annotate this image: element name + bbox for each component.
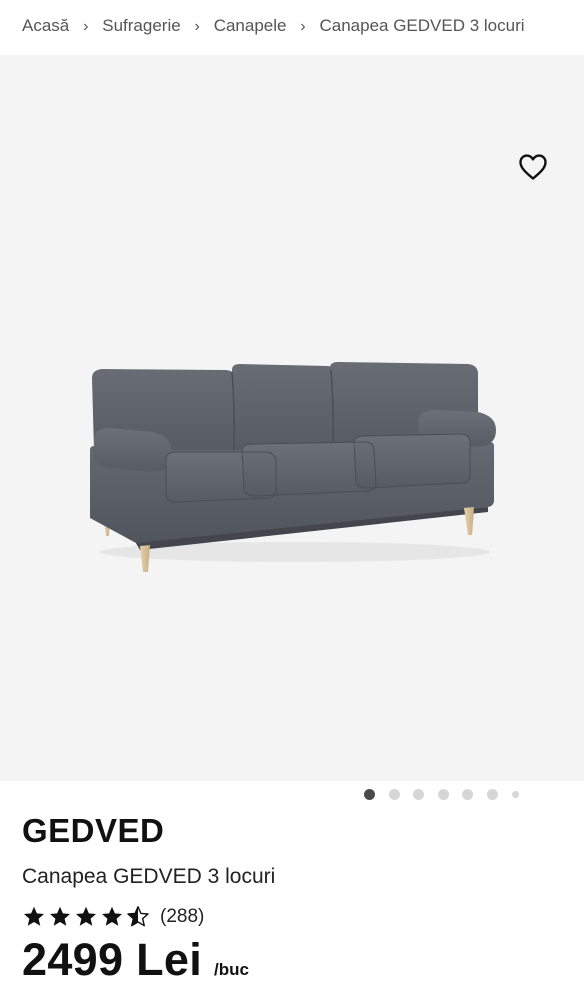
product-brand: GEDVED xyxy=(22,812,165,849)
product-gallery[interactable] xyxy=(0,55,584,800)
chevron-right-icon: › xyxy=(83,18,89,35)
heart-outline-icon[interactable] xyxy=(518,153,548,181)
product-name: Canapea GEDVED 3 locuri xyxy=(22,865,276,888)
price-row: 2499 Lei /buc xyxy=(22,934,249,986)
star-filled-icon xyxy=(102,906,122,926)
sofa-product-image xyxy=(90,362,496,572)
product-rating[interactable]: (288) xyxy=(22,903,204,931)
gallery-dot-5[interactable] xyxy=(462,788,474,800)
chevron-right-icon: › xyxy=(194,18,200,35)
star-filled-icon xyxy=(76,906,96,926)
gallery-dot-7[interactable] xyxy=(511,790,519,798)
chevron-right-icon: › xyxy=(300,18,306,35)
gallery-dot-1[interactable] xyxy=(364,788,375,800)
breadcrumb: Acasă › Sufragerie › Canapele › Canapea … xyxy=(22,0,582,52)
rating-stars xyxy=(22,905,152,929)
rating-count[interactable]: (288) xyxy=(160,906,204,928)
breadcrumb-current-product: Canapea GEDVED 3 locuri xyxy=(319,16,525,35)
star-filled-icon xyxy=(50,906,70,926)
breadcrumb-home[interactable]: Acasă xyxy=(22,16,69,36)
star-filled-icon xyxy=(24,906,44,926)
product-page: Acasă › Sufragerie › Canapele › Canapea … xyxy=(0,0,584,999)
star-half-icon xyxy=(127,906,149,927)
product-price: 2499 Lei xyxy=(22,934,203,985)
gallery-pagination xyxy=(364,787,532,801)
gallery-dot-4[interactable] xyxy=(437,788,449,800)
breadcrumb-sofas[interactable]: Canapele xyxy=(214,16,287,36)
price-unit: /buc xyxy=(214,960,249,979)
gallery-dot-6[interactable] xyxy=(486,788,498,800)
gallery-dot-2[interactable] xyxy=(388,788,400,800)
breadcrumb-living-room[interactable]: Sufragerie xyxy=(102,16,180,36)
gallery-dot-3[interactable] xyxy=(413,788,425,800)
